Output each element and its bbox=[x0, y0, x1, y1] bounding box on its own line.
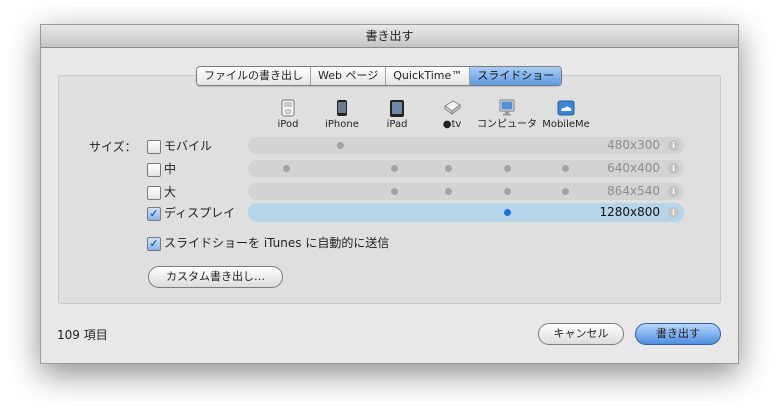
iphone-icon bbox=[337, 100, 347, 116]
item-count: 109 項目 bbox=[57, 328, 108, 342]
tab-web-page[interactable]: Web ページ bbox=[311, 67, 387, 85]
support-dot-computer bbox=[504, 165, 511, 172]
support-dot-tv bbox=[445, 188, 452, 195]
support-dot-computer bbox=[504, 188, 511, 195]
info-icon[interactable]: i bbox=[668, 186, 679, 197]
support-dot-ipod bbox=[283, 165, 290, 172]
size-display-label[interactable]: ディスプレイ bbox=[164, 206, 235, 220]
tab-bar: ファイルの書き出し Web ページ QuickTime™ スライドショー bbox=[196, 66, 563, 86]
size-row-large[interactable]: 864x540 i bbox=[248, 183, 684, 200]
support-dot-tv bbox=[445, 165, 452, 172]
custom-export-button[interactable]: カスタム書き出し… bbox=[148, 266, 283, 288]
device-mobileme: MobileMe bbox=[531, 99, 601, 131]
computer-icon bbox=[499, 99, 515, 116]
size-mobile-checkbox[interactable] bbox=[147, 140, 161, 154]
ipod-icon bbox=[281, 99, 295, 117]
apple-tv-icon bbox=[444, 100, 461, 115]
size-resolution: 640x400 bbox=[607, 161, 660, 175]
size-display-checkbox[interactable]: ✓ bbox=[147, 207, 161, 221]
window-title: 書き出す bbox=[41, 25, 738, 48]
support-dot-ipad bbox=[391, 165, 398, 172]
size-resolution: 480x300 bbox=[607, 138, 660, 152]
tab-slideshow[interactable]: スライドショー bbox=[470, 67, 562, 85]
info-icon[interactable]: i bbox=[668, 163, 679, 174]
info-icon[interactable]: i bbox=[668, 140, 679, 151]
size-row-mobile[interactable]: 480x300 i bbox=[248, 137, 684, 154]
size-large-label[interactable]: 大 bbox=[164, 185, 176, 199]
size-medium-checkbox[interactable] bbox=[147, 163, 161, 177]
support-dot-mobileme bbox=[562, 165, 569, 172]
send-to-itunes-label[interactable]: スライドショーを iTunes に自動的に送信 bbox=[164, 236, 389, 250]
tab-quicktime[interactable]: QuickTime™ bbox=[386, 67, 471, 85]
ipad-icon bbox=[390, 100, 404, 117]
size-large-checkbox[interactable] bbox=[147, 186, 161, 200]
support-dot-ipad bbox=[391, 188, 398, 195]
info-icon[interactable]: i bbox=[668, 207, 679, 218]
size-row-medium[interactable]: 640x400 i bbox=[248, 160, 684, 177]
size-row-display[interactable]: 1280x800 i bbox=[248, 203, 684, 222]
size-medium-label[interactable]: 中 bbox=[164, 162, 176, 176]
support-dot-iphone bbox=[337, 142, 344, 149]
tab-file-export[interactable]: ファイルの書き出し bbox=[197, 67, 311, 85]
size-mobile-label[interactable]: モバイル bbox=[164, 139, 212, 153]
size-resolution: 1280x800 bbox=[599, 205, 660, 219]
support-dot-mobileme bbox=[562, 188, 569, 195]
export-dialog: 書き出す ファイルの書き出し Web ページ QuickTime™ スライドショ… bbox=[40, 24, 739, 364]
device-label: MobileMe bbox=[542, 119, 590, 130]
cancel-button[interactable]: キャンセル bbox=[538, 323, 624, 345]
export-button[interactable]: 書き出す bbox=[635, 323, 721, 345]
mobileme-icon bbox=[557, 100, 575, 116]
size-resolution: 864x540 bbox=[607, 184, 660, 198]
support-dot-computer bbox=[504, 209, 511, 216]
send-to-itunes-checkbox[interactable]: ✓ bbox=[147, 237, 161, 251]
size-label: サイズ： bbox=[89, 140, 137, 154]
